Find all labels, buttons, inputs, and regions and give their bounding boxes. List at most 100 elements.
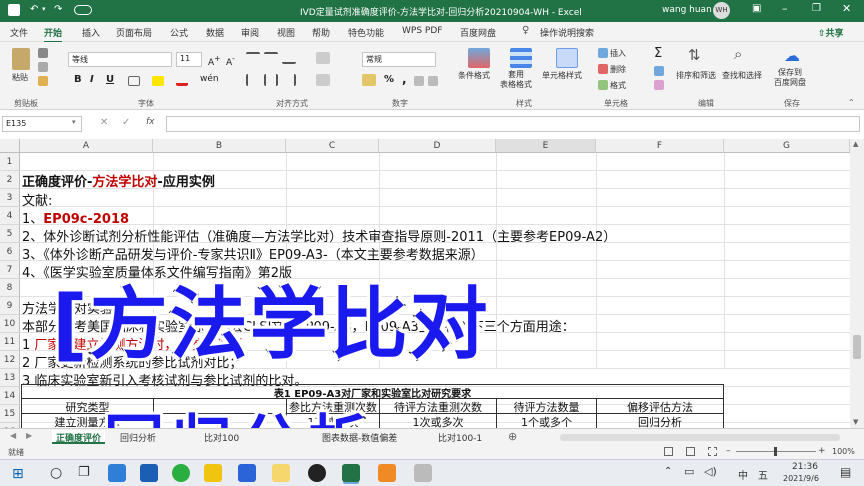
row-header[interactable]: 5 (0, 225, 20, 243)
media-app-icon[interactable] (308, 464, 326, 482)
row-header[interactable]: 11 (0, 333, 20, 351)
cell-styles-icon[interactable] (556, 48, 578, 68)
format-cells-label[interactable]: 格式 (610, 80, 626, 91)
column-header[interactable]: B (153, 139, 286, 153)
scroll-thumb[interactable] (853, 335, 861, 359)
table-header[interactable]: 偏移评估方法 (597, 399, 724, 414)
tab-data[interactable]: 数据 (206, 26, 224, 39)
undo-dropdown-icon[interactable]: ▾ (42, 5, 46, 13)
mail-icon[interactable] (140, 464, 158, 482)
add-sheet-icon[interactable]: ⊕ (508, 430, 517, 443)
format-as-table-label[interactable]: 套用 表格格式 (500, 70, 532, 90)
sort-filter-label[interactable]: 排序和筛选 (676, 70, 716, 81)
shrink-font-icon[interactable]: A- (226, 54, 235, 68)
tab-help[interactable]: 帮助 (312, 26, 330, 39)
underline-button[interactable]: U (106, 74, 114, 85)
column-header[interactable]: D (379, 139, 496, 153)
row-header[interactable]: 9 (0, 297, 20, 315)
insert-cells-label[interactable]: 插入 (610, 48, 626, 59)
font-name-select[interactable]: 等线 (68, 52, 172, 67)
sheet-tab[interactable]: 回归分析 (116, 430, 160, 444)
zoom-level[interactable]: 100% (832, 447, 855, 456)
column-header[interactable]: F (596, 139, 724, 153)
pdf-reader-icon[interactable] (272, 464, 290, 482)
ime-indicator[interactable]: 中 (738, 467, 748, 482)
format-cells-icon[interactable] (598, 80, 608, 90)
save-icon[interactable] (8, 4, 20, 16)
cell-styles-label[interactable]: 单元格样式 (542, 70, 582, 81)
number-format-select[interactable]: 常规 (362, 52, 436, 67)
close-icon[interactable]: ✕ (842, 2, 851, 15)
cancel-entry-icon[interactable]: ✕ (100, 117, 108, 128)
merge-center-icon[interactable] (316, 74, 330, 86)
share-button[interactable]: ⇧共享 (818, 26, 844, 39)
wen-icon[interactable]: wén (200, 74, 219, 84)
table-header[interactable]: 待评方法重测次数 (380, 399, 497, 414)
cut-icon[interactable] (38, 48, 48, 58)
page-break-view-icon[interactable] (708, 447, 717, 456)
file-explorer-icon[interactable] (204, 464, 222, 482)
column-header[interactable]: E (496, 139, 596, 153)
tab-wps-pdf[interactable]: WPS PDF (402, 26, 442, 36)
horizontal-scrollbar[interactable] (560, 434, 840, 441)
normal-view-icon[interactable] (664, 447, 673, 456)
table-cell[interactable]: 1个或多个 (497, 414, 597, 428)
avatar[interactable]: WH (713, 2, 730, 19)
delete-cells-label[interactable]: 删除 (610, 64, 626, 75)
tab-home[interactable]: 开始 (44, 26, 63, 43)
row-header[interactable]: 10 (0, 315, 20, 333)
percent-button[interactable]: % (384, 74, 394, 85)
tab-baidu[interactable]: 百度网盘 (460, 26, 496, 39)
paste-icon[interactable] (12, 48, 30, 70)
fill-icon[interactable] (654, 66, 664, 76)
comma-button[interactable]: , (402, 72, 407, 86)
top-align-icon[interactable] (246, 52, 260, 64)
zoom-in-icon[interactable]: + (818, 446, 826, 456)
find-select-label[interactable]: 查找和选择 (722, 70, 762, 81)
cell-a3[interactable]: 文献: (22, 190, 52, 209)
tab-features[interactable]: 特色功能 (348, 26, 384, 39)
name-box[interactable]: E135 (2, 116, 82, 132)
table-cell[interactable]: 1次或多次 (380, 414, 497, 428)
format-painter-icon[interactable] (38, 76, 48, 86)
video-editor-icon[interactable] (378, 464, 396, 482)
row-header[interactable]: 6 (0, 243, 20, 261)
row-header[interactable]: 4 (0, 207, 20, 225)
tab-page-layout[interactable]: 页面布局 (116, 26, 152, 39)
notification-icon[interactable]: ▤ (840, 465, 851, 479)
clock-date[interactable]: 2021/9/6 (783, 474, 819, 483)
sheet-tab[interactable]: 比对100 (200, 430, 243, 444)
row-header[interactable]: 15 (0, 405, 20, 423)
sheet-tab-active[interactable]: 正确度评价 (52, 430, 106, 444)
bold-button[interactable]: B (74, 74, 82, 85)
collapse-ribbon-icon[interactable]: ⌃ (848, 98, 855, 107)
cell-a6[interactable]: 3、《体外诊断产品研发与评价-专家共识Ⅱ》EP09-A3-（本文主要参考数据来源… (22, 244, 484, 263)
sheet-tab[interactable]: 比对100-1 (434, 430, 486, 444)
column-header[interactable]: G (724, 139, 850, 153)
prev-sheet-icon[interactable]: ◀ (10, 431, 16, 440)
search-tell-me[interactable]: 操作说明搜索 (540, 26, 594, 39)
find-select-icon[interactable]: ⌕ (734, 45, 742, 63)
right-align-icon[interactable] (282, 74, 296, 86)
font-size-select[interactable]: 11 (176, 52, 202, 67)
row-header[interactable]: 7 (0, 261, 20, 279)
insert-function-icon[interactable]: fx (146, 117, 155, 127)
sort-filter-icon[interactable]: ⇅ (688, 46, 701, 64)
cell-a5[interactable]: 2、体外诊断试剂分析性能评估（准确度—方法学比对）技术审查指导原则-2011（主… (22, 226, 616, 245)
tab-file[interactable]: 文件 (10, 26, 28, 39)
row-header[interactable]: 1 (0, 153, 20, 171)
select-all-corner[interactable] (0, 139, 20, 153)
increase-decimal-icon[interactable] (414, 76, 424, 86)
border-icon[interactable] (128, 76, 140, 86)
table-cell[interactable]: 回归分析 (597, 414, 724, 428)
next-sheet-icon[interactable]: ▶ (26, 431, 32, 440)
row-header[interactable]: 8 (0, 279, 20, 297)
sheet-tab[interactable]: 图表数据-数值偏差 (318, 430, 401, 444)
ribbon-display-icon[interactable]: ▣ (752, 3, 761, 14)
tray-chevron-icon[interactable]: ⌃ (664, 466, 672, 477)
decrease-decimal-icon[interactable] (428, 76, 438, 86)
scroll-down-icon[interactable]: ▼ (853, 418, 858, 426)
scroll-up-icon[interactable]: ▲ (853, 140, 858, 148)
volume-icon[interactable]: ◁) (704, 465, 717, 478)
name-box-dropdown-icon[interactable]: ▾ (72, 118, 76, 126)
